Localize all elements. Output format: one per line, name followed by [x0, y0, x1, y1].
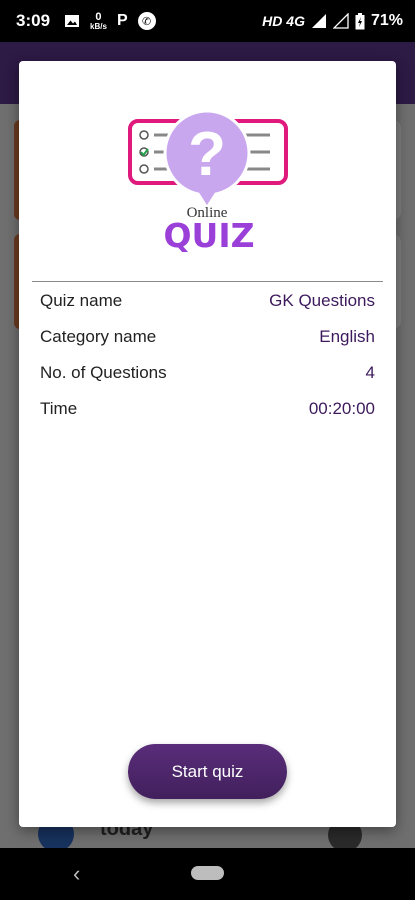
question-count-row: No. of Questions 4 [40, 363, 375, 383]
status-notification-icons: 0 kB/s P ✆ [64, 10, 156, 31]
signal-empty-icon [332, 13, 349, 29]
network-type: HD 4G [262, 13, 305, 29]
quiz-name-value: GK Questions [269, 291, 375, 310]
battery-icon [355, 12, 365, 29]
category-name-row: Category name English [40, 327, 375, 347]
back-icon[interactable]: ‹ [73, 861, 80, 887]
online-quiz-logo: ? Online QUIZ [128, 109, 288, 255]
home-pill-icon[interactable] [191, 866, 224, 880]
status-time: 3:09 [16, 11, 51, 30]
category-name-label: Category name [40, 327, 157, 346]
navigation-bar: ‹ [0, 848, 415, 900]
data-rate-value: 0 [95, 10, 102, 23]
question-count-value: 4 [365, 363, 375, 382]
phone-icon: ✆ [137, 12, 156, 30]
parking-icon: P [116, 12, 128, 29]
question-count-label: No. of Questions [40, 363, 167, 382]
dialog-divider [32, 281, 383, 282]
status-bar: 3:09 0 kB/s P ✆ HD 4G 71% [0, 0, 415, 42]
status-system-icons: HD 4G 71% [262, 12, 403, 30]
time-row: Time 00:20:00 [40, 399, 375, 419]
logo-question-mark: ? [188, 120, 226, 189]
signal-icon [311, 14, 326, 28]
battery-percent: 71% [370, 12, 403, 29]
quiz-details-dialog: ? Online QUIZ Quiz name GK Questions Cat… [19, 61, 396, 827]
quiz-name-row: Quiz name GK Questions [40, 291, 375, 311]
data-rate-unit: kB/s [90, 21, 107, 31]
image-icon [65, 15, 80, 27]
start-quiz-button[interactable]: Start quiz [128, 744, 287, 799]
time-label: Time [40, 399, 78, 418]
category-name-value: English [319, 327, 375, 346]
logo-quiz-text: QUIZ [163, 216, 254, 255]
quiz-name-label: Quiz name [40, 291, 123, 310]
data-rate: 0 kB/s [90, 10, 107, 31]
time-value: 00:20:00 [308, 399, 375, 418]
